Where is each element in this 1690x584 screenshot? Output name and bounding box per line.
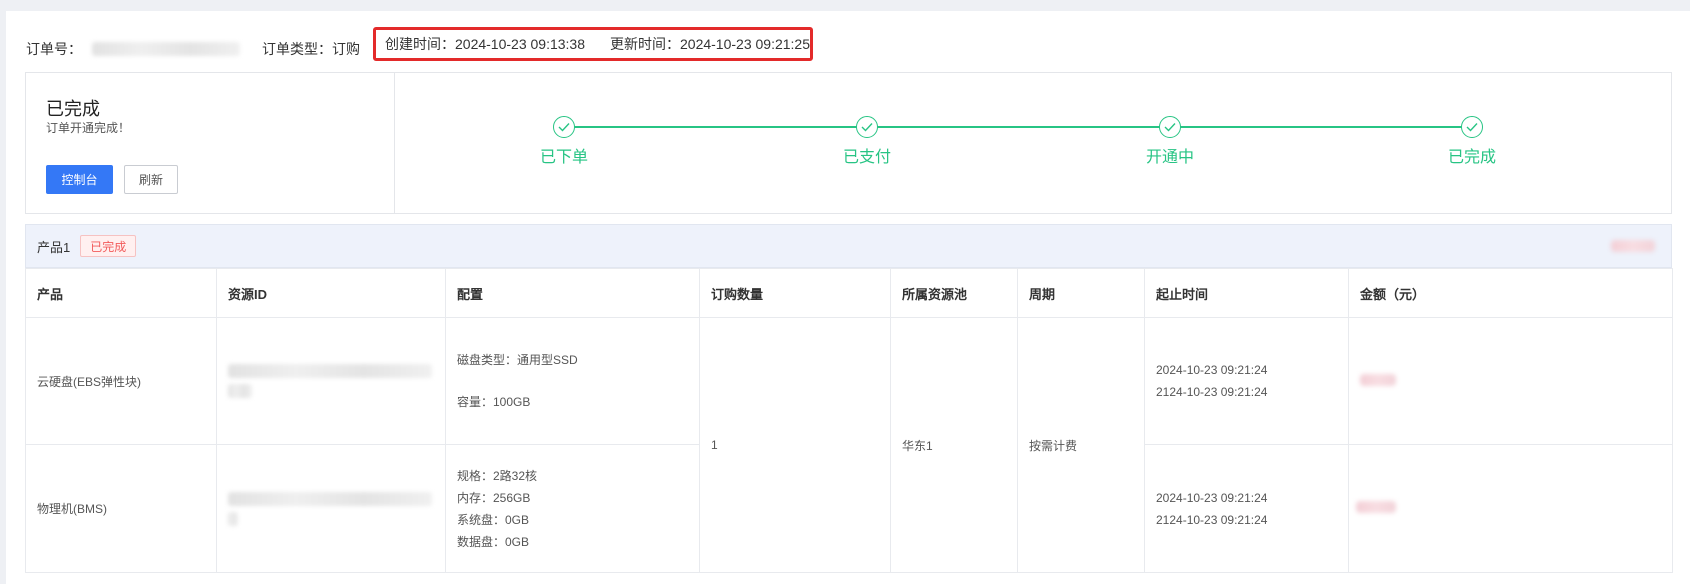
resource-id-cell — [216, 444, 446, 573]
status-title: 已完成 — [46, 99, 100, 119]
check-icon — [856, 116, 878, 138]
resource-id-cell — [216, 317, 446, 445]
order-type-label: 订单类型： — [262, 41, 332, 57]
order-id-label: 订单号： — [26, 41, 82, 57]
order-type-value: 订购 — [332, 41, 360, 57]
step-completed: 已完成 — [1432, 116, 1512, 167]
created-time-value: 2024-10-23 09:13:38 — [455, 36, 585, 52]
product-cell: 物理机(BMS) — [25, 444, 217, 573]
column-header: 产品 — [25, 268, 217, 318]
period-cell: 2024-10-23 09:21:24 2124-10-23 09:21:24 — [1144, 444, 1349, 573]
status-summary: 已完成 订单开通完成！ 控制台 刷新 — [26, 73, 395, 213]
order-items-table: 产品 资源ID 配置 订购数量 所属资源池 周期 起止时间 金额（元） 云硬盘(… — [25, 268, 1673, 573]
created-time-label: 创建时间： — [385, 36, 455, 52]
config-line: 数据盘：0GB — [457, 534, 530, 549]
check-icon — [553, 116, 575, 138]
status-subtitle: 订单开通完成！ — [46, 121, 131, 135]
config-cell: 规格：2路32核 内存：256GB 系统盘：0GB 数据盘：0GB — [445, 444, 700, 573]
resource-id-redacted — [228, 364, 432, 378]
column-header: 起止时间 — [1144, 268, 1349, 318]
end-time: 2124-10-23 09:21:24 — [1156, 385, 1268, 399]
check-icon — [1159, 116, 1181, 138]
column-header: 所属资源池 — [890, 268, 1018, 318]
column-header: 配置 — [445, 268, 700, 318]
updated-time-label: 更新时间： — [610, 36, 680, 52]
config-line: 磁盘类型：通用型SSD — [457, 353, 578, 367]
console-button[interactable]: 控制台 — [46, 165, 113, 194]
check-icon — [1461, 116, 1483, 138]
table-row: 云硬盘(EBS弹性块) 磁盘类型：通用型SSD 容量：100GB 1 华东1 按… — [25, 317, 1673, 573]
order-id-value-redacted — [92, 42, 240, 56]
config-line: 容量：100GB — [457, 395, 531, 409]
column-header: 订购数量 — [699, 268, 891, 318]
resource-pool-cell: 华东1 — [890, 317, 1018, 573]
step-label: 已下单 — [539, 149, 588, 166]
quantity-cell: 1 — [699, 317, 891, 573]
refresh-button[interactable]: 刷新 — [124, 165, 178, 194]
period-cell: 2024-10-23 09:21:24 2124-10-23 09:21:24 — [1144, 317, 1349, 445]
product-header-bar: 产品1 已完成 — [25, 224, 1672, 268]
config-line: 系统盘：0GB — [457, 512, 530, 527]
step-label: 已支付 — [842, 149, 891, 166]
column-header: 金额（元） — [1348, 268, 1673, 318]
column-header: 周期 — [1017, 268, 1145, 318]
amount-cell — [1348, 444, 1673, 573]
start-time: 2024-10-23 09:21:24 — [1156, 490, 1268, 505]
order-time-highlight: 创建时间： 2024-10-23 09:13:38 更新时间： 2024-10-… — [373, 27, 813, 61]
updated-time-value: 2024-10-23 09:21:25 — [680, 36, 810, 52]
config-line: 规格：2路32核 — [457, 468, 538, 483]
config-cell: 磁盘类型：通用型SSD 容量：100GB — [445, 317, 700, 445]
amount-cell — [1348, 317, 1673, 445]
end-time: 2124-10-23 09:21:24 — [1156, 512, 1268, 527]
step-ordered: 已下单 — [524, 116, 604, 167]
progress-line — [564, 126, 1472, 128]
status-badge: 已完成 — [80, 235, 137, 257]
product-cell: 云硬盘(EBS弹性块) — [25, 317, 217, 445]
step-paid: 已支付 — [827, 116, 907, 167]
resource-id-redacted — [228, 491, 432, 506]
column-header: 资源ID — [216, 268, 446, 318]
product-amount-redacted — [1611, 240, 1655, 252]
step-provisioning: 开通中 — [1130, 116, 1210, 167]
amount-redacted — [1356, 501, 1396, 513]
billing-cycle-cell: 按需计费 — [1017, 317, 1145, 573]
step-label: 开通中 — [1145, 149, 1194, 166]
step-label: 已完成 — [1447, 149, 1496, 166]
config-line: 内存：256GB — [457, 490, 531, 505]
product-name: 产品1 — [37, 239, 71, 255]
progress-steps: 已下单 已支付 开通中 已完成 — [396, 73, 1672, 213]
amount-redacted — [1360, 373, 1396, 386]
start-time: 2024-10-23 09:21:24 — [1156, 363, 1268, 377]
order-status-panel: 已完成 订单开通完成！ 控制台 刷新 已下单 已支付 开通中 已完成 — [25, 72, 1672, 214]
order-info-row: 订单号： 订单类型： 订购 — [26, 38, 360, 60]
table-header-row: 产品 资源ID 配置 订购数量 所属资源池 周期 起止时间 金额（元） — [25, 268, 1673, 318]
